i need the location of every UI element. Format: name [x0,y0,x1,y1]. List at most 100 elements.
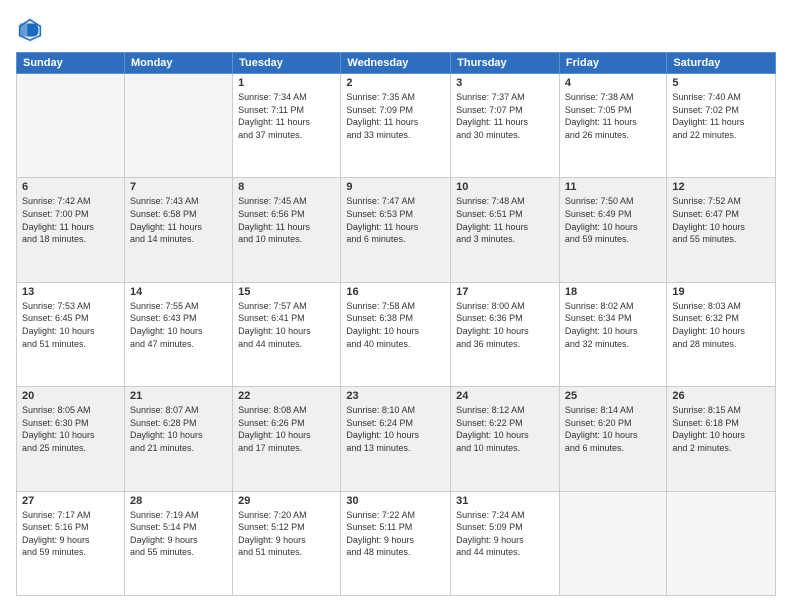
day-cell [559,491,666,595]
day-info: Sunrise: 7:19 AM Sunset: 5:14 PM Dayligh… [130,509,227,559]
day-info: Sunrise: 7:34 AM Sunset: 7:11 PM Dayligh… [238,91,335,141]
day-cell: 30 Sunrise: 7:22 AM Sunset: 5:11 PM Dayli… [341,491,451,595]
day-number: 3 [456,77,554,89]
day-cell: 9 Sunrise: 7:47 AM Sunset: 6:53 PM Daylig… [341,178,451,282]
day-number: 5 [672,77,770,89]
day-info: Sunrise: 8:00 AM Sunset: 6:36 PM Dayligh… [456,300,554,350]
day-number: 9 [346,181,445,193]
day-info: Sunrise: 8:15 AM Sunset: 6:18 PM Dayligh… [672,404,770,454]
col-tuesday: Tuesday [233,53,341,74]
day-number: 25 [565,390,661,402]
day-info: Sunrise: 7:50 AM Sunset: 6:49 PM Dayligh… [565,195,661,245]
day-number: 15 [238,286,335,298]
day-number: 20 [22,390,119,402]
day-cell [667,491,776,595]
day-number: 6 [22,181,119,193]
day-info: Sunrise: 7:43 AM Sunset: 6:58 PM Dayligh… [130,195,227,245]
day-number: 23 [346,390,445,402]
day-cell: 14 Sunrise: 7:55 AM Sunset: 6:43 PM Dayli… [124,282,232,386]
day-info: Sunrise: 7:48 AM Sunset: 6:51 PM Dayligh… [456,195,554,245]
day-cell: 12 Sunrise: 7:52 AM Sunset: 6:47 PM Dayli… [667,178,776,282]
day-info: Sunrise: 7:20 AM Sunset: 5:12 PM Dayligh… [238,509,335,559]
day-number: 21 [130,390,227,402]
day-info: Sunrise: 8:03 AM Sunset: 6:32 PM Dayligh… [672,300,770,350]
day-number: 14 [130,286,227,298]
day-cell [124,74,232,178]
day-info: Sunrise: 7:57 AM Sunset: 6:41 PM Dayligh… [238,300,335,350]
day-info: Sunrise: 7:55 AM Sunset: 6:43 PM Dayligh… [130,300,227,350]
day-info: Sunrise: 7:52 AM Sunset: 6:47 PM Dayligh… [672,195,770,245]
day-info: Sunrise: 7:35 AM Sunset: 7:09 PM Dayligh… [346,91,445,141]
week-row-3: 13Sunrise: 7:53 AM Sunset: 6:45 PM Dayli… [17,282,776,386]
day-info: Sunrise: 8:12 AM Sunset: 6:22 PM Dayligh… [456,404,554,454]
calendar: Sunday Monday Tuesday Wednesday Thursday… [16,52,776,596]
day-cell: 8 Sunrise: 7:45 AM Sunset: 6:56 PM Daylig… [233,178,341,282]
day-info: Sunrise: 7:45 AM Sunset: 6:56 PM Dayligh… [238,195,335,245]
day-number: 18 [565,286,661,298]
day-number: 19 [672,286,770,298]
day-number: 13 [22,286,119,298]
day-cell: 29 Sunrise: 7:20 AM Sunset: 5:12 PM Dayli… [233,491,341,595]
day-cell: 28 Sunrise: 7:19 AM Sunset: 5:14 PM Dayli… [124,491,232,595]
day-number: 31 [456,495,554,507]
day-number: 12 [672,181,770,193]
day-cell: 16Sunrise: 7:58 AM Sunset: 6:38 PM Dayli… [341,282,451,386]
week-row-1: 1 Sunrise: 7:34 AM Sunset: 7:11 PM Daylig… [17,74,776,178]
day-cell: 2Sunrise: 7:35 AM Sunset: 7:09 PM Daylig… [341,74,451,178]
day-cell: 26 Sunrise: 8:15 AM Sunset: 6:18 PM Dayli… [667,387,776,491]
day-info: Sunrise: 7:42 AM Sunset: 7:00 PM Dayligh… [22,195,119,245]
day-cell: 10Sunrise: 7:48 AM Sunset: 6:51 PM Dayli… [451,178,560,282]
day-number: 1 [238,77,335,89]
day-cell: 13Sunrise: 7:53 AM Sunset: 6:45 PM Dayli… [17,282,125,386]
day-info: Sunrise: 7:38 AM Sunset: 7:05 PM Dayligh… [565,91,661,141]
col-saturday: Saturday [667,53,776,74]
day-number: 7 [130,181,227,193]
day-number: 8 [238,181,335,193]
day-info: Sunrise: 7:47 AM Sunset: 6:53 PM Dayligh… [346,195,445,245]
day-info: Sunrise: 7:22 AM Sunset: 5:11 PM Dayligh… [346,509,445,559]
day-number: 29 [238,495,335,507]
day-number: 11 [565,181,661,193]
day-info: Sunrise: 8:02 AM Sunset: 6:34 PM Dayligh… [565,300,661,350]
day-cell: 23 Sunrise: 8:10 AM Sunset: 6:24 PM Dayli… [341,387,451,491]
day-number: 26 [672,390,770,402]
day-number: 27 [22,495,119,507]
day-number: 4 [565,77,661,89]
week-row-2: 6 Sunrise: 7:42 AM Sunset: 7:00 PM Daylig… [17,178,776,282]
day-info: Sunrise: 8:14 AM Sunset: 6:20 PM Dayligh… [565,404,661,454]
col-friday: Friday [559,53,666,74]
day-cell: 17Sunrise: 8:00 AM Sunset: 6:36 PM Dayli… [451,282,560,386]
col-sunday: Sunday [17,53,125,74]
day-info: Sunrise: 7:58 AM Sunset: 6:38 PM Dayligh… [346,300,445,350]
day-cell: 20 Sunrise: 8:05 AM Sunset: 6:30 PM Dayli… [17,387,125,491]
day-info: Sunrise: 8:05 AM Sunset: 6:30 PM Dayligh… [22,404,119,454]
day-info: Sunrise: 7:17 AM Sunset: 5:16 PM Dayligh… [22,509,119,559]
day-cell: 11 Sunrise: 7:50 AM Sunset: 6:49 PM Dayli… [559,178,666,282]
logo [16,16,48,44]
day-cell: 5 Sunrise: 7:40 AM Sunset: 7:02 PM Daylig… [667,74,776,178]
week-row-4: 20 Sunrise: 8:05 AM Sunset: 6:30 PM Dayli… [17,387,776,491]
week-row-5: 27 Sunrise: 7:17 AM Sunset: 5:16 PM Dayli… [17,491,776,595]
day-cell: 4 Sunrise: 7:38 AM Sunset: 7:05 PM Daylig… [559,74,666,178]
day-info: Sunrise: 8:08 AM Sunset: 6:26 PM Dayligh… [238,404,335,454]
day-info: Sunrise: 7:24 AM Sunset: 5:09 PM Dayligh… [456,509,554,559]
day-info: Sunrise: 7:37 AM Sunset: 7:07 PM Dayligh… [456,91,554,141]
page: Sunday Monday Tuesday Wednesday Thursday… [0,0,792,612]
col-thursday: Thursday [451,53,560,74]
day-number: 30 [346,495,445,507]
day-info: Sunrise: 7:40 AM Sunset: 7:02 PM Dayligh… [672,91,770,141]
day-cell: 3 Sunrise: 7:37 AM Sunset: 7:07 PM Daylig… [451,74,560,178]
day-cell: 27 Sunrise: 7:17 AM Sunset: 5:16 PM Dayli… [17,491,125,595]
day-number: 28 [130,495,227,507]
day-cell: 25 Sunrise: 8:14 AM Sunset: 6:20 PM Dayli… [559,387,666,491]
day-cell: 1 Sunrise: 7:34 AM Sunset: 7:11 PM Daylig… [233,74,341,178]
day-cell [17,74,125,178]
day-cell: 7 Sunrise: 7:43 AM Sunset: 6:58 PM Daylig… [124,178,232,282]
col-monday: Monday [124,53,232,74]
header [16,16,776,44]
day-info: Sunrise: 8:07 AM Sunset: 6:28 PM Dayligh… [130,404,227,454]
day-cell: 6 Sunrise: 7:42 AM Sunset: 7:00 PM Daylig… [17,178,125,282]
day-cell: 22Sunrise: 8:08 AM Sunset: 6:26 PM Dayli… [233,387,341,491]
day-info: Sunrise: 8:10 AM Sunset: 6:24 PM Dayligh… [346,404,445,454]
day-cell: 31 Sunrise: 7:24 AM Sunset: 5:09 PM Dayli… [451,491,560,595]
